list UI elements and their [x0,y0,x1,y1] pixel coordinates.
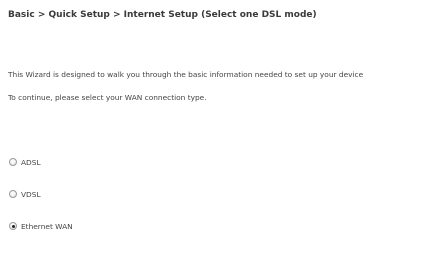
wizard-instruction: To continue, please select your WAN conn… [8,93,207,102]
ethernet-wan-label[interactable]: Ethernet WAN [21,222,73,231]
wan-option-adsl[interactable]: ADSL [9,156,73,168]
adsl-label[interactable]: ADSL [21,158,41,167]
internet-setup-page: Basic > Quick Setup > Internet Setup (Se… [0,0,433,255]
vdsl-radio[interactable] [9,190,17,198]
wan-option-ethernet[interactable]: Ethernet WAN [9,220,73,232]
adsl-radio[interactable] [9,158,17,166]
breadcrumb: Basic > Quick Setup > Internet Setup (Se… [8,10,317,20]
ethernet-wan-radio[interactable] [9,222,17,230]
wizard-description: This Wizard is designed to walk you thro… [8,70,364,79]
wan-type-radio-group: ADSL VDSL Ethernet WAN [9,156,73,252]
vdsl-label[interactable]: VDSL [21,190,41,199]
wan-option-vdsl[interactable]: VDSL [9,188,73,200]
